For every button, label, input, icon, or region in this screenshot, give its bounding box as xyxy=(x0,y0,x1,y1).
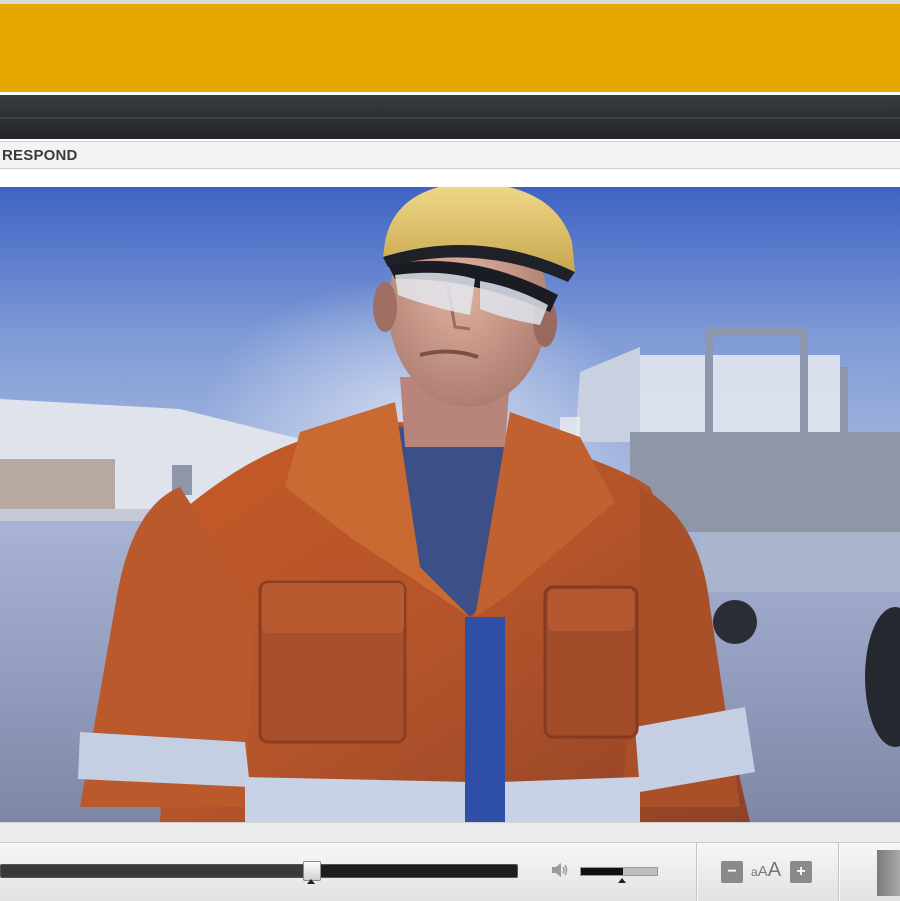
progress-thumb[interactable] xyxy=(302,861,321,881)
module-title-bar: RESPOND xyxy=(0,141,900,169)
page-title: RESPOND xyxy=(2,147,78,164)
volume-slider[interactable] xyxy=(580,867,658,876)
progress-bar[interactable] xyxy=(0,861,518,881)
decrease-font-button[interactable]: − xyxy=(721,861,743,883)
progress-fill xyxy=(1,865,312,877)
controls-divider xyxy=(696,843,697,901)
progress-pointer-icon xyxy=(306,879,315,884)
video-scene-worker xyxy=(0,187,900,822)
brand-header-bar xyxy=(0,4,900,94)
navigation-bar xyxy=(0,95,900,139)
player-controls-top-strip xyxy=(0,822,900,843)
video-frame[interactable] xyxy=(0,187,900,822)
increase-font-button[interactable]: + xyxy=(790,861,812,883)
speaker-icon[interactable] xyxy=(551,862,571,880)
controls-divider xyxy=(838,843,839,901)
player-controls: − aAA + xyxy=(0,842,900,901)
volume-fill xyxy=(581,868,624,875)
volume-pointer-icon xyxy=(618,878,627,883)
side-panel-toggle[interactable] xyxy=(877,850,900,896)
font-size-label: aAA xyxy=(751,859,782,881)
